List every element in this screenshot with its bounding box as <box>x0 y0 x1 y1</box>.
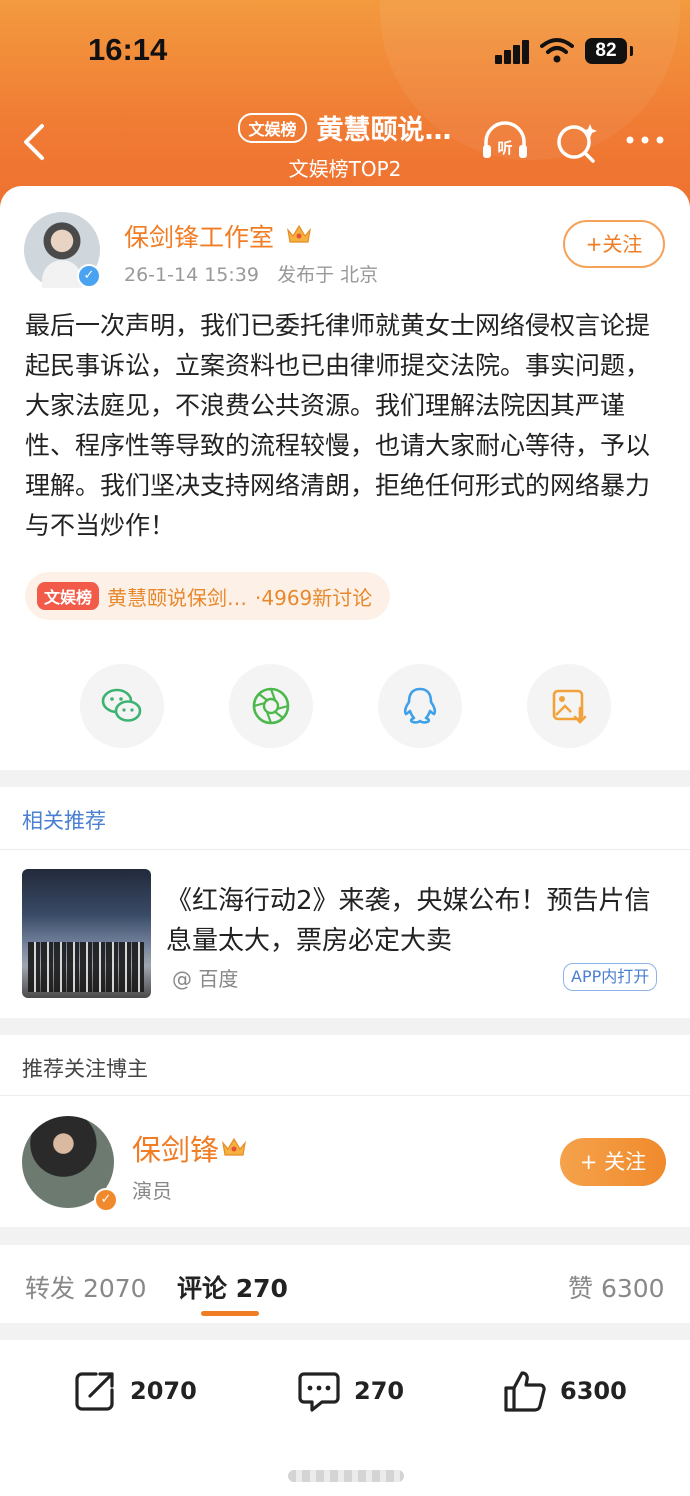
verified-badge-icon: ✓ <box>94 1188 118 1212</box>
thumbs-up-icon <box>504 1371 546 1412</box>
news-thumbnail[interactable] <box>22 869 151 998</box>
recommended-blogger-card: 推荐关注博主 ✓ 保剑锋 演员 + 关注 <box>0 1035 690 1227</box>
save-image-icon <box>552 689 587 724</box>
signal-icon <box>495 38 531 64</box>
post-meta: 26-1-14 15:39 发布于 北京 <box>124 260 378 287</box>
topic-tag: 文娱榜 <box>37 582 100 610</box>
tab-repost[interactable]: 转发 2070 <box>25 1269 147 1305</box>
search-icon[interactable] <box>552 118 602 166</box>
share-wechat-button[interactable] <box>80 664 164 748</box>
blogger-role: 演员 <box>132 1179 172 1203</box>
header-title-block[interactable]: 文娱榜 黄慧颐说… 文娱榜TOP2 <box>200 108 490 182</box>
tab-like-label: 赞 <box>568 1274 594 1303</box>
tab-comment-label: 评论 <box>177 1274 228 1303</box>
topic-count: ·4969新讨论 <box>255 585 373 610</box>
verified-badge-icon: ✓ <box>77 264 101 288</box>
post-location: 发布于 北京 <box>277 264 379 286</box>
listen-icon[interactable]: 听 <box>480 118 530 166</box>
battery-indicator: 82 <box>585 38 633 64</box>
section-title-related: 相关推荐 <box>22 809 106 833</box>
like-button[interactable]: 6300 <box>502 1368 627 1414</box>
bottom-action-bar: 2070 270 6300 <box>0 1340 690 1496</box>
moments-icon <box>252 687 290 725</box>
post-card: ✓ 保剑锋工作室 26-1-14 15:39 发布于 北京 +关注 最后一次声明… <box>0 186 690 770</box>
divider <box>0 1095 690 1096</box>
tab-like-count: 6300 <box>600 1274 665 1303</box>
tab-comment[interactable]: 评论 270 <box>177 1269 288 1305</box>
page-subtitle: 文娱榜TOP2 <box>288 157 402 181</box>
qq-icon <box>403 687 437 724</box>
topic-title: 黄慧颐说保剑… <box>107 585 248 610</box>
tab-like[interactable]: 赞 6300 <box>568 1269 665 1305</box>
tab-repost-count: 2070 <box>82 1274 147 1303</box>
post-time: 26-1-14 15:39 <box>124 264 259 286</box>
topic-pill[interactable]: 文娱榜 黄慧颐说保剑… ·4969新讨论 <box>25 572 391 620</box>
comment-button[interactable]: 270 <box>296 1368 404 1414</box>
news-title[interactable]: 《红海行动2》来袭，央媒公布！预告片信息量太大，票房必定大卖 <box>166 881 666 961</box>
comment-count: 270 <box>354 1377 405 1405</box>
page-title: 黄慧颐说… <box>316 115 452 146</box>
share-moments-button[interactable] <box>229 664 313 748</box>
svg-text:听: 听 <box>497 139 512 157</box>
blogger-name[interactable]: 保剑锋 <box>132 1127 219 1169</box>
crown-icon <box>222 1137 246 1156</box>
wechat-icon <box>101 688 142 722</box>
open-in-app-button[interactable]: APP内打开 <box>563 963 658 991</box>
crown-icon <box>287 224 311 243</box>
follow-button[interactable]: +关注 <box>563 220 665 268</box>
news-source: @ 百度 <box>172 967 239 991</box>
author-name[interactable]: 保剑锋工作室 <box>124 218 274 254</box>
status-time: 16:14 <box>88 32 168 67</box>
repost-icon <box>75 1372 114 1411</box>
save-image-button[interactable] <box>527 664 611 748</box>
divider <box>0 849 690 850</box>
back-icon[interactable] <box>16 120 56 164</box>
more-icon[interactable] <box>620 118 670 166</box>
follow-blogger-button[interactable]: + 关注 <box>560 1138 666 1186</box>
repost-count: 2070 <box>130 1377 197 1405</box>
tab-comment-count: 270 <box>235 1274 288 1303</box>
ranking-tag: 文娱榜 <box>238 112 307 143</box>
home-indicator <box>288 1470 404 1482</box>
related-recommend-card: 相关推荐 《红海行动2》来袭，央媒公布！预告片信息量太大，票房必定大卖 @ 百度… <box>0 787 690 1018</box>
comment-icon <box>298 1372 340 1412</box>
like-count: 6300 <box>560 1377 627 1405</box>
share-qq-button[interactable] <box>378 664 462 748</box>
repost-button[interactable]: 2070 <box>72 1368 197 1414</box>
post-body: 最后一次声明，我们已委托律师就黄女士网络侵权言论提起民事诉讼，立案资料也已由律师… <box>25 311 651 540</box>
interaction-tabs: 转发 2070 评论 270 赞 6300 <box>0 1245 690 1323</box>
section-title-blogger: 推荐关注博主 <box>22 1057 148 1081</box>
tab-repost-label: 转发 <box>25 1274 76 1303</box>
wifi-icon <box>540 38 574 63</box>
active-tab-indicator <box>201 1311 259 1316</box>
